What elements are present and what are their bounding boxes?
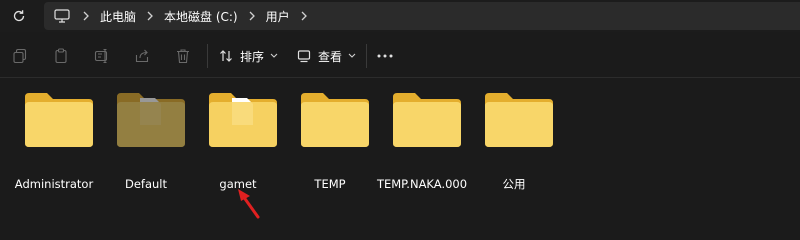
folder-icon [117,93,185,147]
breadcrumb-local-disk[interactable]: 本地磁盘 (C:) [164,8,238,25]
delete-icon[interactable] [173,46,193,66]
chevron-right-icon[interactable] [141,8,159,24]
folder-item[interactable]: Default [100,91,192,211]
folder-icon [25,93,93,147]
sort-label: 排序 [240,49,265,64]
rename-icon[interactable] [92,46,112,66]
view-label: 查看 [318,49,343,64]
ellipsis-icon[interactable] [375,46,395,66]
chevron-right-icon[interactable] [243,8,261,24]
folder-icon [209,93,277,147]
folder-name: TEMP.NAKA.000 [376,177,468,191]
sort-button[interactable]: 排序 [218,45,278,67]
refresh-button[interactable] [8,5,30,27]
chevron-down-icon [270,53,278,58]
folder-item[interactable]: TEMP.NAKA.000 [376,91,468,211]
breadcrumb-this-pc[interactable]: 此电脑 [100,8,136,25]
share-icon[interactable] [132,46,152,66]
folder-name: 公用 [502,177,526,191]
address-bar: 此电脑 本地磁盘 (C:) 用户 [0,0,800,32]
command-bar: 排序 查看 [0,34,800,78]
folder-icon [301,93,369,147]
folder-icon [393,93,461,147]
refresh-icon [13,10,25,22]
folder-name: TEMP [314,177,346,191]
breadcrumb[interactable]: 此电脑 本地磁盘 (C:) 用户 [44,2,800,30]
red-arrow-icon [238,189,260,219]
view-icon [297,50,311,63]
chevron-right-icon[interactable] [77,8,95,24]
folder-item[interactable]: TEMP [284,91,376,211]
folder-icon [485,93,553,147]
folder-item[interactable]: 公用 [468,91,560,211]
toolbar-divider [366,44,367,68]
paste-icon[interactable] [51,46,71,66]
folder-item[interactable]: Administrator [8,91,100,211]
file-list: Administrator Default gamet TEMP TEMP.NA… [0,79,800,234]
breadcrumb-users[interactable]: 用户 [266,8,290,25]
monitor-icon[interactable] [54,7,72,25]
copy-icon[interactable] [10,46,30,66]
view-button[interactable]: 查看 [296,45,356,67]
chevron-down-icon [348,53,356,58]
sort-icon [220,50,232,62]
folder-name: Administrator [14,177,94,191]
chevron-right-icon[interactable] [295,8,313,24]
folder-name: Default [124,177,168,191]
toolbar-divider [207,44,208,68]
